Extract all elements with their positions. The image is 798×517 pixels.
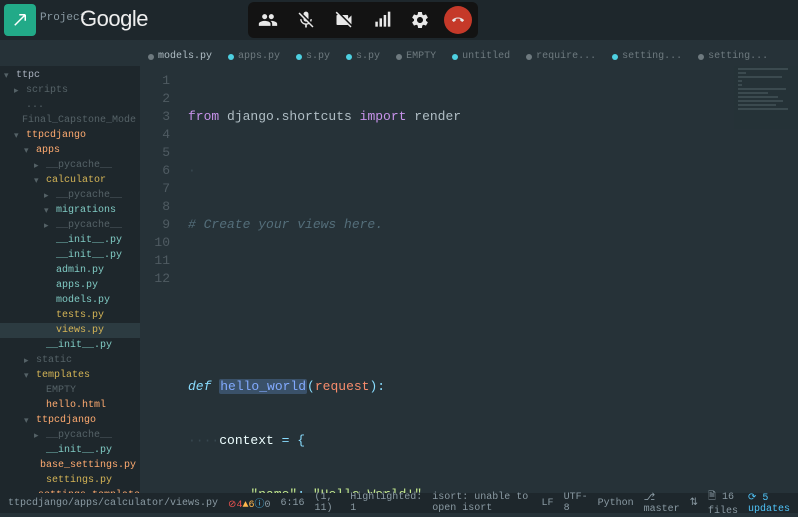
tree-ttpc[interactable]: ▾ttpc <box>0 68 140 83</box>
share-arrow-icon <box>11 11 29 29</box>
meet-toolbar <box>248 2 478 38</box>
tab-untitled[interactable]: untitled <box>444 46 518 66</box>
tab-setting[interactable]: setting... <box>690 46 776 66</box>
tree-hellohtml[interactable]: hello.html <box>0 398 140 413</box>
tree-__init__py[interactable]: __init__.py <box>0 338 140 353</box>
minimap[interactable] <box>734 66 798 493</box>
tree-__pycache__[interactable]: ▸__pycache__ <box>0 158 140 173</box>
tab-bar: models.pyapps.pys.pys.pyEMPTYuntitledreq… <box>0 40 798 66</box>
status-sync[interactable]: ⇅ <box>690 497 698 509</box>
status-time: 6:16 <box>281 498 305 509</box>
tree-testspy[interactable]: tests.py <box>0 308 140 323</box>
status-errors[interactable]: ⊘4▲6ⓘ0 <box>228 495 270 511</box>
tab-require[interactable]: require... <box>518 46 604 66</box>
tree-adminpy[interactable]: admin.py <box>0 263 140 278</box>
tab-setting[interactable]: setting... <box>604 46 690 66</box>
tree-__init__py[interactable]: __init__.py <box>0 233 140 248</box>
tab-spy[interactable]: s.py <box>338 46 388 66</box>
tree-__init__py[interactable]: __init__.py <box>0 248 140 263</box>
tab-EMPTY[interactable]: EMPTY <box>388 46 444 66</box>
tree-__init__py[interactable]: __init__.py <box>0 443 140 458</box>
people-icon[interactable] <box>254 6 282 34</box>
tree-EMPTY[interactable]: EMPTY <box>0 383 140 398</box>
google-logo: Google <box>80 6 148 32</box>
status-updates[interactable]: ⟳ 5 updates <box>748 492 790 515</box>
tree-calculator[interactable]: ▾calculator <box>0 173 140 188</box>
video-off-icon[interactable] <box>330 6 358 34</box>
status-lang[interactable]: Python <box>598 498 634 509</box>
top-bar: Project Google <box>0 0 798 40</box>
tree-ttpcdjango[interactable]: ▾ttpcdjango <box>0 128 140 143</box>
tab-appspy[interactable]: apps.py <box>220 46 288 66</box>
status-bar: ttpcdjango/apps/calculator/views.py ⊘4▲6… <box>0 493 798 513</box>
mic-muted-icon[interactable] <box>292 6 320 34</box>
tree-migrations[interactable]: ▾migrations <box>0 203 140 218</box>
tree-viewspy[interactable]: views.py <box>0 323 140 338</box>
status-encoding[interactable]: UTF-8 <box>564 492 588 514</box>
tree-apps[interactable]: ▾apps <box>0 143 140 158</box>
editor[interactable]: 123456789101112 from django.shortcuts im… <box>140 66 798 493</box>
tree-base_settingspy[interactable]: base_settings.py <box>0 458 140 473</box>
code-area[interactable]: from django.shortcuts import render · # … <box>188 72 539 493</box>
signal-icon[interactable] <box>368 6 396 34</box>
tree-Final_Capstone_Mode[interactable]: Final_Capstone_Mode <box>0 113 140 128</box>
status-branch[interactable]: ⎇ master <box>644 492 680 515</box>
tree-modelspy[interactable]: models.py <box>0 293 140 308</box>
gear-icon[interactable] <box>406 6 434 34</box>
tree-[interactable]: ... <box>0 98 140 113</box>
tree-static[interactable]: ▸static <box>0 353 140 368</box>
tree-settingspy[interactable]: settings.py <box>0 473 140 488</box>
tree-scripts[interactable]: ▸scripts <box>0 83 140 98</box>
tree-__pycache__[interactable]: ▸__pycache__ <box>0 218 140 233</box>
hangup-icon[interactable] <box>444 6 472 34</box>
status-lf[interactable]: LF <box>542 498 554 509</box>
tree-__pycache__[interactable]: ▸__pycache__ <box>0 428 140 443</box>
tree-templates[interactable]: ▾templates <box>0 368 140 383</box>
status-cursor[interactable]: (1, 11) <box>315 492 341 514</box>
share-screen-button[interactable] <box>4 4 36 36</box>
status-highlighted: Highlighted: 1 <box>350 492 422 514</box>
tree-appspy[interactable]: apps.py <box>0 278 140 293</box>
file-tree: ▾ttpc▸scripts...Final_Capstone_Mode▾ttpc… <box>0 66 140 493</box>
status-path[interactable]: ttpcdjango/apps/calculator/views.py <box>8 498 218 509</box>
status-isort: isort: unable to open isort <box>432 492 531 514</box>
tree-ttpcdjango[interactable]: ▾ttpcdjango <box>0 413 140 428</box>
tab-modelspy[interactable]: models.py <box>140 46 220 66</box>
tab-spy[interactable]: s.py <box>288 46 338 66</box>
gutter: 123456789101112 <box>140 72 178 288</box>
tree-__pycache__[interactable]: ▸__pycache__ <box>0 188 140 203</box>
